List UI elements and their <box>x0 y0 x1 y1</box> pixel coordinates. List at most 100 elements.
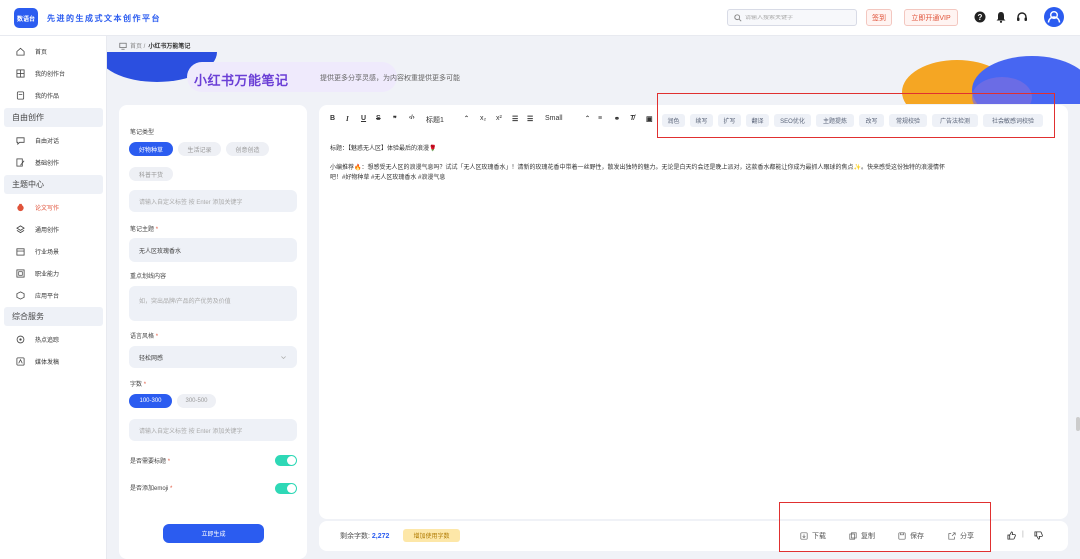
strike-button[interactable]: S <box>376 115 381 122</box>
link-icon[interactable]: ⚭ <box>614 115 620 123</box>
italic-button[interactable]: I <box>346 115 349 123</box>
sidebar-item-platform[interactable]: 应用平台 <box>16 288 59 302</box>
paper-icon <box>17 203 24 211</box>
help-icon[interactable]: ? <box>974 11 986 23</box>
avatar[interactable] <box>1044 7 1064 27</box>
breadcrumb-home[interactable]: 首页 / <box>130 41 145 50</box>
need-title-toggle[interactable] <box>275 455 297 466</box>
breadcrumb-current: 小红书万能笔记 <box>148 44 191 50</box>
sidebar-item-basic[interactable]: 基础创作 <box>16 155 59 169</box>
sidebar-item-industry[interactable]: 行业场景 <box>16 244 59 258</box>
sidebar-item-media[interactable]: 媒体发稿 <box>16 354 59 368</box>
sidebar-item-label: 媒体发稿 <box>35 359 60 366</box>
list-ordered-icon[interactable]: ☰ <box>512 115 518 123</box>
topic-field[interactable]: 无人区玫瑰香水 <box>129 238 297 262</box>
size-chevron-icon[interactable]: ⌃ <box>585 115 590 122</box>
vip-button[interactable]: 立即开通VIP <box>904 9 958 26</box>
thumbs-up-icon <box>1007 531 1016 540</box>
align-icon[interactable]: ≡ <box>598 115 602 122</box>
career-icon <box>16 268 25 278</box>
works-icon <box>16 90 25 100</box>
layers-icon <box>16 224 25 233</box>
signin-button[interactable]: 签到 <box>866 9 892 26</box>
subscript-button[interactable]: x₂ <box>480 115 486 122</box>
search-input[interactable] <box>745 14 855 21</box>
dislike-button[interactable] <box>1034 531 1047 540</box>
media-icon <box>16 356 25 366</box>
thumbs-down-icon <box>1034 531 1043 540</box>
page-subtitle: 提供更多分享灵感，为内容权重提供更多可能 <box>320 75 460 82</box>
remaining-words: 剩余字数: 2,272 <box>340 531 389 541</box>
highlight-box-toolbar <box>657 93 1055 138</box>
quote-button[interactable]: ❞ <box>393 115 397 123</box>
page-title: 小红书万能笔记 <box>194 73 289 88</box>
emoji-label: 是否添加emoji * <box>130 486 173 492</box>
add-words-button[interactable]: 增加使用字数 <box>403 529 460 542</box>
size-select[interactable]: Small <box>545 115 563 122</box>
note-type-option[interactable]: 好物种草 <box>129 142 173 156</box>
scrollbar-handle[interactable] <box>1076 417 1080 431</box>
sidebar-item-label: 自由对话 <box>35 138 60 145</box>
sidebar-item-label: 通用创作 <box>35 227 60 234</box>
bold-button[interactable]: B <box>330 115 335 122</box>
image-icon[interactable]: ▣ <box>646 115 653 123</box>
search-box[interactable] <box>727 9 857 26</box>
workbench-icon <box>16 68 25 78</box>
like-button[interactable] <box>1007 531 1020 540</box>
heading-chevron-icon[interactable]: ⌃ <box>464 115 469 122</box>
heading-select[interactable]: 标题1 <box>426 115 444 125</box>
sidebar-item-label: 职业能力 <box>35 271 60 278</box>
word-option[interactable]: 100-300 <box>129 394 172 408</box>
list-bullet-icon[interactable]: ☰ <box>527 115 533 123</box>
headset-icon[interactable] <box>1016 11 1028 23</box>
clear-format-icon[interactable]: T̸ <box>630 115 634 122</box>
svg-text:?: ? <box>978 13 983 22</box>
emoji-toggle[interactable] <box>275 483 297 494</box>
sidebar-item-workbench[interactable]: 我的创作台 <box>16 66 65 80</box>
highlight-label: 重点划线内容 <box>130 274 167 280</box>
note-type-option[interactable]: 创意创造 <box>226 142 269 156</box>
sidebar-group-service[interactable]: 综合服务 <box>4 307 103 326</box>
bell-icon[interactable] <box>995 11 1007 23</box>
sidebar-item-label: 行业场景 <box>35 249 60 256</box>
custom-tag-input[interactable]: 请输入自定义标签 按 Enter 添加关键字 <box>129 190 297 212</box>
hotspot-icon <box>16 335 25 343</box>
style-select[interactable]: 轻松网感 <box>129 346 297 368</box>
highlight-field[interactable]: 如，突出品牌/产品的产优势及价值 <box>129 286 297 321</box>
content-title[interactable]: 标题：【魅惑无人区】体验最后的浪漫🌹 <box>330 145 436 154</box>
sidebar-group-theme[interactable]: 主题中心 <box>4 175 103 194</box>
footer-divider: | <box>1022 531 1024 538</box>
industry-icon <box>16 247 25 256</box>
edit-icon <box>16 157 25 167</box>
sidebar-item-works[interactable]: 我的作品 <box>16 88 59 102</box>
sidebar-group-free[interactable]: 自由创作 <box>4 108 103 127</box>
note-type-option[interactable]: 生活记录 <box>178 142 221 156</box>
sidebar-item-hotspot[interactable]: 热点追踪 <box>16 332 59 346</box>
sidebar-item-home[interactable]: 首页 <box>16 44 47 58</box>
monitor-icon <box>119 42 127 50</box>
superscript-button[interactable]: x² <box>496 115 502 122</box>
sidebar-item-general[interactable]: 通用创作 <box>16 222 59 236</box>
app-slogan: 先进的生成式文本创作平台 <box>47 14 161 23</box>
top-bar: 数语台 先进的生成式文本创作平台 签到 立即开通VIP ? <box>0 0 1080 36</box>
sidebar-item-chat[interactable]: 自由对话 <box>16 133 59 147</box>
word-option[interactable]: 300-500 <box>177 394 216 408</box>
search-icon <box>734 13 742 22</box>
sidebar-item-label: 我的创作台 <box>35 71 66 78</box>
content-body-line[interactable]: 小编推荐🔥：想感受无人区的浪漫气息吗？试试「无人区玫瑰香水」！清新的玫瑰花香中带… <box>330 164 1060 173</box>
underline-button[interactable]: U <box>361 115 366 122</box>
generate-button[interactable]: 立即生成 <box>163 524 264 543</box>
note-type-option[interactable]: 科普干货 <box>129 167 173 181</box>
remaining-value: 2,272 <box>371 533 390 540</box>
words-label-text: 字数 <box>130 382 143 388</box>
logo[interactable]: 数语台 <box>14 8 38 28</box>
sidebar-item-label: 首页 <box>35 49 48 56</box>
code-button[interactable]: ‹/› <box>409 115 415 121</box>
sidebar-item-paper[interactable]: 论文写作 <box>16 200 59 214</box>
user-icon <box>1047 10 1061 23</box>
platform-icon <box>16 290 25 300</box>
sidebar-item-label: 论文写作 <box>35 205 60 212</box>
content-body-line[interactable]: 吧！#好物种草 #无人区玫瑰香水 #浪漫气息 <box>330 174 445 183</box>
sidebar-item-career[interactable]: 职业能力 <box>16 266 59 280</box>
words-tag-input[interactable]: 请输入自定义标签 按 Enter 添加关键字 <box>129 419 297 441</box>
